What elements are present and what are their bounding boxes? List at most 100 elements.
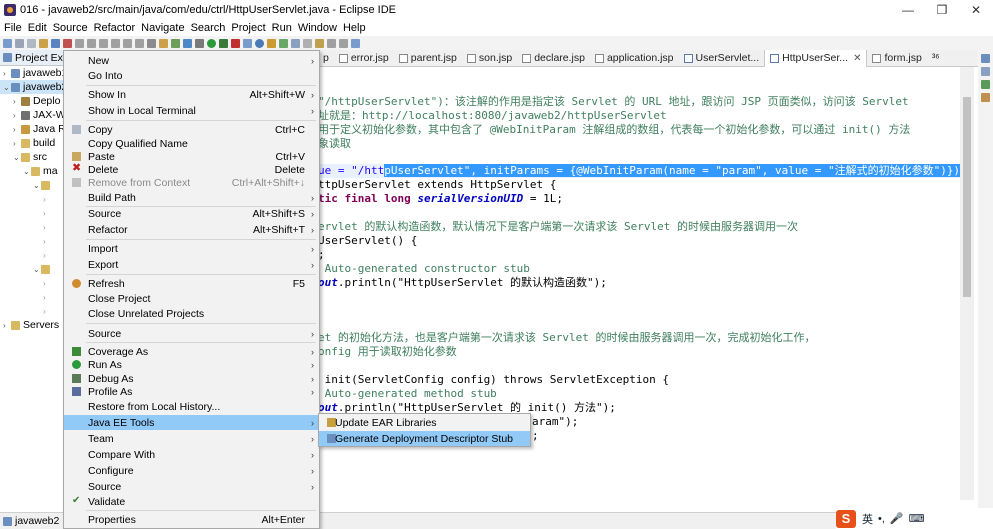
menu-item-new[interactable]: New ›: [64, 53, 319, 68]
menu-item-remove-from-context[interactable]: Remove from Context Ctrl+Alt+Shift+↓: [64, 175, 319, 190]
new-java-project-icon[interactable]: [243, 38, 252, 48]
problems-icon[interactable]: [981, 93, 990, 102]
expand-arrow-icon[interactable]: ›: [13, 111, 21, 120]
expand-arrow-icon[interactable]: ›: [43, 307, 51, 316]
close-tab-icon[interactable]: ✕: [853, 53, 861, 64]
menu-item-java-ee-tools[interactable]: Java EE Tools ›: [64, 415, 319, 430]
new-class-icon[interactable]: [267, 38, 276, 48]
collapse-arrow-icon[interactable]: ⌄: [13, 153, 21, 162]
menu-source[interactable]: Source: [53, 22, 88, 34]
expand-arrow-icon[interactable]: ›: [13, 97, 21, 106]
expand-arrow-icon[interactable]: ›: [43, 195, 51, 204]
suspend-icon[interactable]: [87, 38, 96, 48]
editor-tab[interactable]: declare.jsp: [517, 50, 590, 67]
outline-icon[interactable]: [981, 67, 990, 76]
drop-frame-icon[interactable]: [147, 38, 156, 48]
menu-item-run-as[interactable]: Run As ›: [64, 357, 319, 372]
menu-item-copy[interactable]: Copy Ctrl+C: [64, 122, 319, 137]
menu-edit[interactable]: Edit: [28, 22, 47, 34]
menu-item-close-unrelated-projects[interactable]: Close Unrelated Projects: [64, 306, 319, 321]
step-into-icon[interactable]: [111, 38, 120, 48]
build-icon[interactable]: [183, 38, 192, 48]
menu-item-generate-deployment-descriptor-stub[interactable]: Generate Deployment Descriptor Stub: [319, 431, 530, 446]
editor-tab[interactable]: UserServlet...: [679, 50, 765, 67]
menu-item-compare-with[interactable]: Compare With ›: [64, 447, 319, 462]
terminal-icon[interactable]: [51, 38, 60, 48]
settings-icon[interactable]: [195, 38, 204, 48]
save-icon[interactable]: [15, 38, 24, 48]
new-icon[interactable]: [3, 38, 12, 48]
search-toolbar-icon[interactable]: [291, 38, 300, 48]
expand-arrow-icon[interactable]: ›: [13, 125, 21, 134]
menu-item-show-in[interactable]: Show In Alt+Shift+W ›: [64, 87, 319, 102]
scrollbar-thumb[interactable]: [963, 97, 971, 297]
expand-arrow-icon[interactable]: ›: [3, 321, 11, 330]
more-tabs[interactable]: ³⁶: [927, 50, 945, 67]
minimize-button[interactable]: —: [891, 0, 925, 20]
menu-item-source-3[interactable]: Source ›: [64, 479, 319, 494]
step-return-icon[interactable]: [135, 38, 144, 48]
ime-language[interactable]: 英: [862, 511, 873, 527]
ime-punctuation[interactable]: •,: [878, 513, 885, 525]
menu-item-restore-local-history[interactable]: Restore from Local History...: [64, 399, 319, 414]
expand-arrow-icon[interactable]: ›: [3, 69, 11, 78]
menu-item-build-path[interactable]: Build Path ›: [64, 190, 319, 205]
menu-item-configure[interactable]: Configure ›: [64, 463, 319, 478]
pin-icon[interactable]: [351, 38, 360, 48]
editor-tab[interactable]: p: [318, 50, 334, 67]
open-type-icon[interactable]: [159, 38, 168, 48]
expand-arrow-icon[interactable]: ›: [43, 209, 51, 218]
minimize-view-icon[interactable]: [981, 54, 990, 63]
expand-arrow-icon[interactable]: ›: [43, 279, 51, 288]
close-button[interactable]: ✕: [959, 0, 993, 20]
step-over-icon[interactable]: [123, 38, 132, 48]
ime-keyboard-icon[interactable]: ⌨: [909, 512, 925, 525]
menu-project[interactable]: Project: [231, 22, 265, 34]
menu-item-refactor[interactable]: Refactor Alt+Shift+T ›: [64, 222, 319, 237]
menu-item-export[interactable]: Export ›: [64, 257, 319, 272]
editor-tab[interactable]: parent.jsp: [394, 50, 462, 67]
open-task-icon[interactable]: [279, 38, 288, 48]
collapse-arrow-icon[interactable]: ⌄: [33, 181, 41, 190]
new-package-icon[interactable]: [255, 38, 264, 48]
menu-run[interactable]: Run: [272, 22, 292, 34]
save-all-icon[interactable]: [27, 38, 36, 48]
editor-tab[interactable]: error.jsp: [334, 50, 394, 67]
menu-item-go-into[interactable]: Go Into: [64, 68, 319, 83]
expand-arrow-icon[interactable]: ›: [43, 237, 51, 246]
menu-item-source-2[interactable]: Source ›: [64, 326, 319, 341]
editor-tab-active[interactable]: HttpUserSer... ✕: [764, 49, 868, 67]
collapse-arrow-icon[interactable]: ⌄: [3, 83, 11, 92]
menu-item-validate[interactable]: ✔ Validate: [64, 494, 319, 509]
menu-item-properties[interactable]: Properties Alt+Enter: [64, 512, 319, 527]
debug-icon[interactable]: [219, 38, 228, 48]
sogou-ime-icon[interactable]: S: [836, 509, 856, 528]
editor-tab[interactable]: form.jsp: [867, 50, 926, 67]
print-icon[interactable]: [39, 38, 48, 48]
resume-icon[interactable]: [75, 38, 84, 48]
menu-item-refresh[interactable]: Refresh F5: [64, 276, 319, 291]
menu-item-update-ear-libraries[interactable]: Update EAR Libraries: [319, 415, 530, 430]
editor-tab[interactable]: application.jsp: [590, 50, 679, 67]
menu-item-team[interactable]: Team ›: [64, 431, 319, 446]
menu-window[interactable]: Window: [298, 22, 337, 34]
menu-item-profile-as[interactable]: Profile As ›: [64, 384, 319, 399]
expand-arrow-icon[interactable]: ›: [43, 251, 51, 260]
server-icon[interactable]: [171, 38, 180, 48]
collapse-arrow-icon[interactable]: ⌄: [33, 265, 41, 274]
coverage-icon[interactable]: [231, 38, 240, 48]
menu-item-show-in-terminal[interactable]: Show in Local Terminal ›: [64, 103, 319, 118]
expand-arrow-icon[interactable]: ›: [43, 293, 51, 302]
menu-refactor[interactable]: Refactor: [94, 22, 136, 34]
skip-icon[interactable]: [63, 38, 72, 48]
expand-arrow-icon[interactable]: ›: [13, 139, 21, 148]
task-list-icon[interactable]: [981, 80, 990, 89]
menu-file[interactable]: File: [4, 22, 22, 34]
menu-help[interactable]: Help: [343, 22, 366, 34]
run-icon[interactable]: [207, 38, 216, 48]
editor-tab[interactable]: son.jsp: [462, 50, 517, 67]
menu-search[interactable]: Search: [191, 22, 226, 34]
menu-item-close-project[interactable]: Close Project: [64, 291, 319, 306]
annotation-icon[interactable]: [303, 38, 312, 48]
forward-icon[interactable]: [339, 38, 348, 48]
